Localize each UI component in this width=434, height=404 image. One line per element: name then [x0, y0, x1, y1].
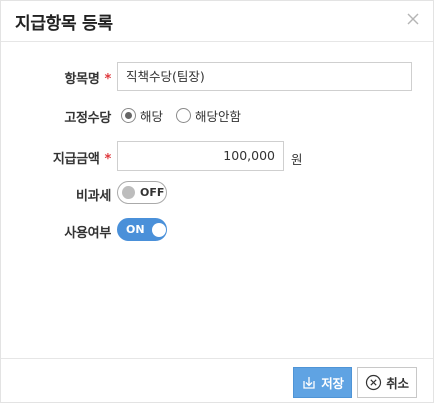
download-icon: [301, 375, 317, 391]
toggle-state-label: OFF: [140, 186, 165, 199]
radio-checked-icon: [121, 108, 136, 123]
amount-label: 지급금액 *: [52, 152, 112, 167]
toggle-knob: [151, 222, 166, 237]
save-button-label: 저장: [321, 376, 344, 391]
in-use-label: 사용여부: [64, 226, 111, 241]
fixed-allowance-label: 고정수당: [64, 111, 111, 126]
amount-unit: 원: [291, 152, 303, 167]
required-mark: *: [104, 72, 112, 87]
in-use-toggle[interactable]: ON: [117, 218, 167, 241]
toggle-knob: [122, 186, 135, 199]
dialog: 지급항목 등록 항목명 * 직책수당(팀장) 고정수당 해당 해당안함 지급금액 *…: [0, 0, 434, 403]
cancel-button-label: 취소: [386, 376, 409, 391]
item-name-input[interactable]: 직책수당(팀장): [117, 62, 412, 91]
dialog-title: 지급항목 등록: [15, 14, 113, 34]
radio-not-applicable[interactable]: 해당안함: [176, 106, 241, 125]
radio-unchecked-icon: [176, 108, 191, 123]
radio-applicable-label: 해당: [140, 109, 164, 124]
tax-exempt-toggle[interactable]: OFF: [117, 181, 167, 204]
toggle-state-label: ON: [126, 223, 145, 236]
amount-input[interactable]: 100,000: [117, 141, 284, 171]
cancel-button[interactable]: 취소: [357, 367, 417, 398]
tax-exempt-label: 비과세: [76, 189, 111, 204]
required-mark: *: [104, 152, 112, 167]
radio-not-applicable-label: 해당안함: [195, 109, 242, 124]
circle-x-icon: [365, 374, 382, 391]
radio-applicable[interactable]: 해당: [121, 106, 163, 125]
close-icon[interactable]: [403, 9, 423, 29]
save-button[interactable]: 저장: [293, 367, 352, 398]
dialog-header: 지급항목 등록: [1, 1, 433, 42]
item-name-label: 항목명 *: [64, 72, 112, 87]
